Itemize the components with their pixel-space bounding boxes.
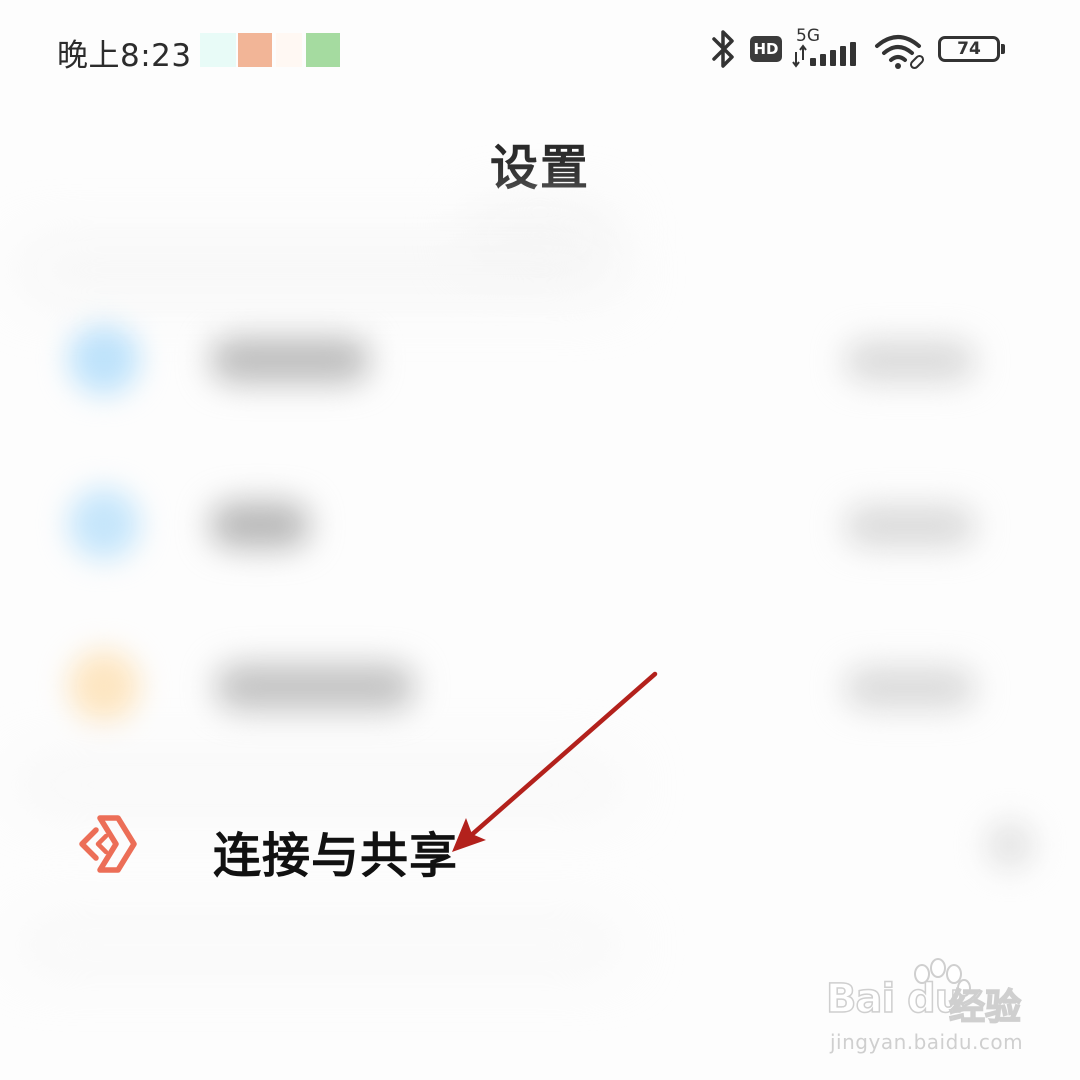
notification-icon: [238, 33, 272, 67]
watermark-url: jingyan.baidu.com: [830, 1030, 1024, 1054]
notification-icon: [276, 33, 302, 67]
setting-label-blurred: [210, 337, 370, 383]
list-haze: [20, 930, 620, 960]
notification-icons: [200, 33, 350, 67]
page-title: 设置: [489, 140, 590, 196]
settings-row-blurred[interactable]: [0, 450, 1080, 590]
cellular-signal-icon: [792, 42, 856, 68]
settings-screen: 晚上8:23 HD 5G 74 设置 连接与共享 Bai du 经验 jingy…: [0, 0, 1080, 1080]
setting-value-blurred: [845, 506, 975, 546]
settings-row-blurred[interactable]: [0, 612, 1080, 752]
title-shadow: [470, 215, 610, 255]
setting-label-blurred: [215, 664, 415, 710]
battery-level: 74: [957, 39, 981, 59]
connection-sharing-icon: [79, 815, 137, 873]
setting-icon: [68, 650, 140, 722]
list-haze: [20, 250, 620, 290]
wifi-icon: [875, 35, 925, 70]
setting-value-blurred: [845, 341, 975, 381]
setting-icon: [68, 488, 140, 560]
baidu-jingyan-text: 经验: [948, 986, 1022, 1029]
setting-label-blurred: [210, 502, 310, 548]
settings-row-blurred[interactable]: [0, 285, 1080, 425]
status-time: 晚上8:23: [57, 38, 192, 74]
bluetooth-icon: [712, 30, 734, 68]
baidu-watermark: Bai du 经验 jingyan.baidu.com: [825, 958, 1026, 1068]
notification-icon: [200, 33, 236, 67]
status-bar: 晚上8:23 HD 5G 74: [0, 0, 1080, 100]
chevron-right-icon: [985, 820, 1035, 870]
settings-item-connection-sharing[interactable]: 连接与共享: [0, 775, 1080, 915]
status-icons: HD 5G 74: [710, 26, 1020, 76]
setting-icon: [68, 323, 140, 395]
setting-value-blurred: [845, 668, 975, 708]
battery-cap: [1001, 44, 1005, 54]
hd-icon: HD: [750, 36, 782, 62]
battery-icon: 74: [938, 36, 1000, 62]
connection-sharing-label: 连接与共享: [213, 828, 459, 884]
notification-icon: [306, 33, 340, 67]
